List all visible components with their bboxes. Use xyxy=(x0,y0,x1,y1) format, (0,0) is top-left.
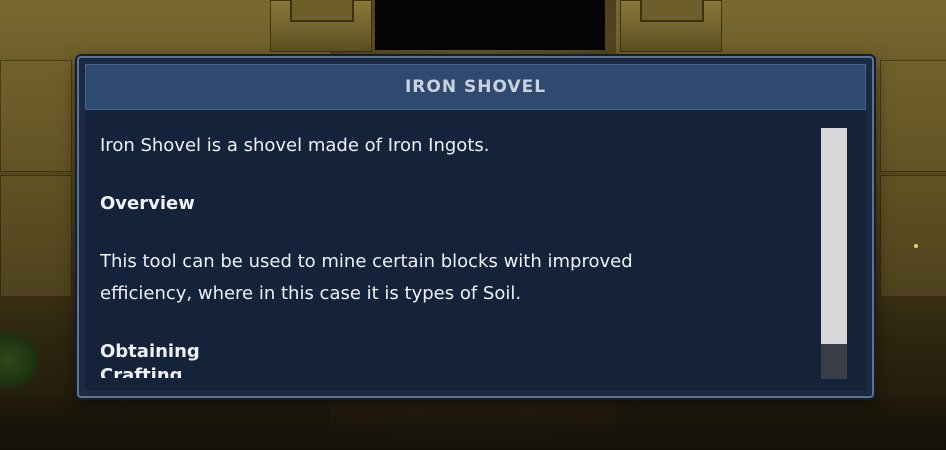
crafting-heading: Crafting xyxy=(100,365,183,378)
dark-doorway xyxy=(375,0,605,50)
stone-block xyxy=(880,60,946,172)
stone-block xyxy=(0,175,72,297)
dialog-body[interactable]: Iron Shovel is a shovel made of Iron Ing… xyxy=(85,110,866,390)
stone-block xyxy=(0,60,72,172)
overview-text-line: efficiency, where in this case it is typ… xyxy=(100,283,522,304)
overview-text-line: This tool can be used to mine certain bl… xyxy=(100,251,633,272)
item-description-content: Iron Shovel is a shovel made of Iron Ing… xyxy=(100,130,800,378)
stone-block xyxy=(880,175,946,297)
scrollbar-thumb[interactable] xyxy=(821,128,847,344)
floor-shadow xyxy=(0,390,946,450)
carved-glyph-right xyxy=(640,0,704,22)
item-info-dialog: IRON SHOVEL Iron Shovel is a shovel made… xyxy=(77,56,874,398)
sparkle-particle xyxy=(914,244,918,248)
carved-glyph-left xyxy=(290,0,354,22)
overview-heading: Overview xyxy=(100,193,195,214)
vertical-scrollbar[interactable] xyxy=(821,128,847,379)
dialog-header: IRON SHOVEL xyxy=(85,64,866,110)
intro-text: Iron Shovel is a shovel made of Iron Ing… xyxy=(100,135,490,156)
dialog-title: IRON SHOVEL xyxy=(404,77,547,97)
grass-patch xyxy=(0,330,40,390)
